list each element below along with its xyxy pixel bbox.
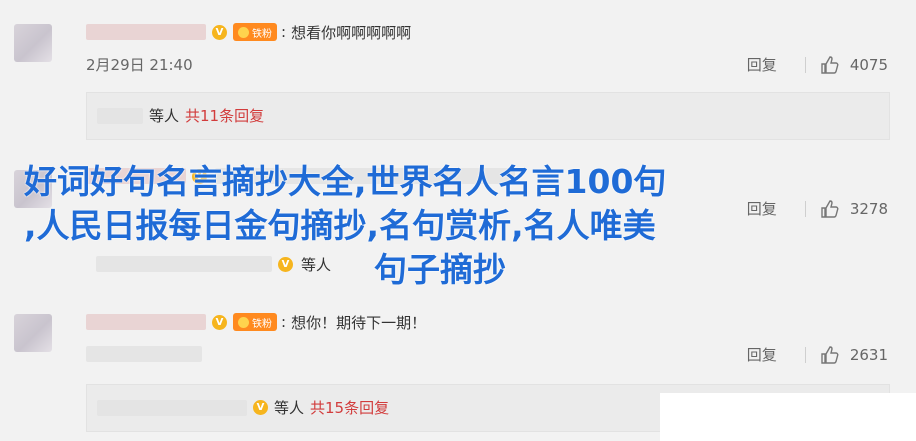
divider xyxy=(804,200,806,217)
sub-reply-line[interactable]: V 等人 xyxy=(96,252,337,276)
blurred-username[interactable] xyxy=(86,24,206,40)
thumbs-up-icon[interactable] xyxy=(820,55,840,75)
comment-text-line: V 铁粉 : 想你！期待下一期！ xyxy=(86,310,426,334)
v-badge-icon: V xyxy=(212,24,227,40)
like-count: 3278 xyxy=(849,199,888,218)
reply-button[interactable]: 回复 xyxy=(747,198,777,219)
reply-button[interactable]: 回复 xyxy=(747,54,777,75)
avatar[interactable] xyxy=(14,24,52,62)
fan-medal-icon xyxy=(238,26,249,38)
comment-text-line: V 铁粉 : 想看你啊啊啊啊啊 xyxy=(86,20,411,44)
comment-actions: 回复 3278 xyxy=(747,198,888,219)
like-count: 2631 xyxy=(849,345,888,364)
comment-text: 想你！期待下一期！ xyxy=(291,313,427,332)
blank-panel xyxy=(660,393,916,441)
timestamp-blurred xyxy=(86,342,202,366)
reply-button[interactable]: 回复 xyxy=(747,344,777,365)
avatar[interactable] xyxy=(14,314,52,352)
v-badge-icon: V xyxy=(212,314,227,330)
blurred-timestamp xyxy=(86,346,202,362)
blurred-username xyxy=(97,399,247,416)
divider xyxy=(804,346,806,363)
thumbs-up-icon[interactable] xyxy=(820,199,840,219)
fan-badge: 铁粉 xyxy=(233,23,277,41)
v-badge-icon: V xyxy=(253,400,268,415)
fan-badge: 铁粉 xyxy=(233,313,277,331)
thumbs-up-icon[interactable] xyxy=(820,345,840,365)
reply-count-link[interactable]: 共11条回复 xyxy=(185,105,264,126)
avatar[interactable] xyxy=(14,170,52,208)
comment-actions: 回复 2631 xyxy=(747,344,888,365)
blurred-username xyxy=(96,256,272,272)
comment-text: 想看你啊啊啊啊啊 xyxy=(291,23,412,42)
blurred-username[interactable] xyxy=(86,314,206,330)
comment-text-line: V xyxy=(86,164,515,188)
blurred-username xyxy=(97,107,143,124)
blurred-comment-text xyxy=(215,168,515,184)
comment-actions: 回复 4075 xyxy=(747,54,888,75)
headline-line-2: ,人民日报每日金句摘抄,名句赏析,名人唯美 xyxy=(24,206,656,245)
v-badge-icon: V xyxy=(278,256,293,272)
divider xyxy=(804,56,806,73)
reply-count-link[interactable]: 共15条回复 xyxy=(310,397,389,418)
like-count: 4075 xyxy=(849,55,888,74)
timestamp: 2月29日 21:40 xyxy=(86,56,193,74)
fan-medal-icon xyxy=(238,316,249,328)
sub-reply-box[interactable]: 等人 共11条回复 xyxy=(86,92,890,140)
v-badge-icon: V xyxy=(192,168,207,184)
blurred-username[interactable] xyxy=(86,168,186,184)
